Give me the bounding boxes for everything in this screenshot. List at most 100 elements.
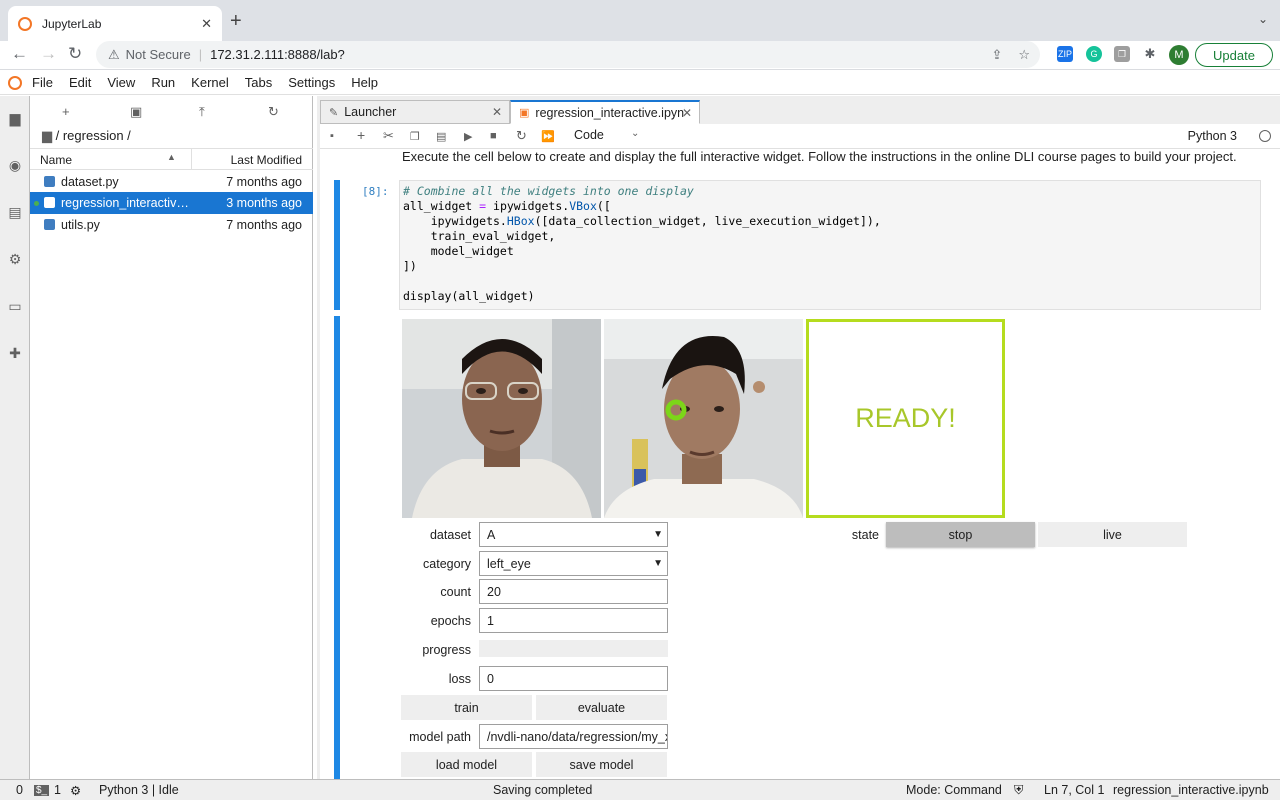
kernel-status[interactable]: Python 3 | Idle [99, 783, 179, 797]
extensions-icon[interactable]: ✚ [7, 345, 23, 361]
copy-extension-icon[interactable]: ❐ [1114, 46, 1130, 62]
output-collapser[interactable] [334, 316, 340, 779]
tab-regression-notebook[interactable]: ▣ regression_interactive.ipynb ✕ [510, 100, 700, 124]
back-icon[interactable]: ← [11, 44, 28, 64]
simple-mode-count[interactable]: 0 [16, 783, 23, 797]
jupyter-menu-bar: File Edit View Run Kernel Tabs Settings … [0, 71, 1280, 95]
epochs-label: epochs [430, 614, 471, 628]
trusted-shield-icon[interactable]: ⛨ [1014, 783, 1023, 798]
run-icon[interactable]: ▶ [464, 130, 472, 143]
count-field[interactable]: 20 [479, 579, 668, 604]
state-stop-toggle[interactable]: stop [886, 522, 1035, 547]
browser-toolbar: ← → ↻ ⚠ Not Secure | 172.31.2.111:8888/l… [0, 41, 1280, 70]
breadcrumb-path[interactable]: / regression / [56, 128, 131, 143]
loss-field[interactable]: 0 [479, 666, 668, 691]
file-row-regression-notebook[interactable]: regression_interactive.ipynb 3 months ag… [30, 192, 313, 214]
file-modified: 3 months ago [226, 196, 302, 210]
reload-icon[interactable]: ↻ [68, 44, 82, 64]
commands-icon[interactable]: ▤ [7, 204, 23, 220]
category-select[interactable]: left_eye ▼ [479, 551, 668, 576]
input-collapser[interactable] [334, 180, 340, 310]
bookmark-star-icon[interactable]: ☆ [1018, 47, 1030, 63]
column-divider[interactable] [191, 149, 192, 170]
close-tab-icon[interactable]: ✕ [682, 106, 692, 120]
dataset-select[interactable]: A ▼ [479, 522, 668, 547]
share-icon[interactable]: ⇪ [991, 47, 1002, 63]
evaluate-button[interactable]: evaluate [536, 695, 667, 720]
menu-help[interactable]: Help [351, 75, 378, 90]
running-sessions-icon[interactable]: ◉ [7, 157, 23, 173]
chevron-down-icon: ▼ [653, 558, 663, 569]
menu-tabs[interactable]: Tabs [245, 75, 272, 90]
notebook-panel: Execute the cell below to create and dis… [320, 149, 1280, 779]
browser-tab[interactable]: JupyterLab ✕ [8, 6, 222, 41]
new-launcher-icon[interactable]: + [62, 104, 70, 119]
load-model-button[interactable]: load model [401, 752, 532, 777]
cut-icon[interactable]: ✂ [383, 128, 394, 144]
breadcrumb-folder-icon[interactable]: ▆ [42, 128, 52, 143]
tab-label: Launcher [344, 105, 397, 119]
close-tab-icon[interactable]: ✕ [492, 105, 502, 119]
file-row-utils[interactable]: utils.py 7 months ago [30, 214, 313, 236]
cursor-position[interactable]: Ln 7, Col 1 [1044, 783, 1104, 797]
new-tab-button[interactable]: + [230, 10, 242, 33]
warning-icon: ⚠ [108, 46, 120, 62]
copy-icon[interactable]: ❐ [410, 130, 420, 143]
file-name: utils.py [61, 218, 100, 232]
menu-edit[interactable]: Edit [69, 75, 91, 90]
new-folder-icon[interactable]: ▣ [130, 104, 142, 120]
column-name-header[interactable]: Name [40, 153, 72, 167]
zip-extension-icon[interactable]: ZIP [1057, 46, 1073, 62]
tab-search-icon[interactable]: ⌄ [1258, 12, 1268, 26]
terminal-icon: $_ [34, 785, 50, 796]
menu-view[interactable]: View [107, 75, 135, 90]
kernel-name[interactable]: Python 3 [1188, 129, 1237, 143]
column-modified-header[interactable]: Last Modified [231, 153, 302, 167]
address-bar[interactable]: ⚠ Not Secure | 172.31.2.111:8888/lab? ⇪ … [96, 41, 1040, 68]
python-file-icon [44, 176, 55, 187]
profile-avatar[interactable]: M [1169, 45, 1189, 65]
menu-settings[interactable]: Settings [288, 75, 335, 90]
tabs-icon[interactable]: ▭ [7, 298, 23, 314]
close-tab-icon[interactable]: ✕ [201, 16, 212, 32]
menu-kernel[interactable]: Kernel [191, 75, 229, 90]
url-text[interactable]: 172.31.2.111:8888/lab? [210, 47, 345, 62]
file-name: dataset.py [61, 175, 119, 189]
refresh-icon[interactable]: ↻ [268, 104, 279, 120]
tab-launcher[interactable]: ✎ Launcher ✕ [320, 100, 510, 124]
extensions-puzzle-icon[interactable]: ✱ [1142, 46, 1158, 62]
stop-kernel-icon[interactable]: ■ [490, 130, 497, 142]
running-indicator-icon [34, 201, 39, 206]
forward-icon[interactable]: → [40, 44, 57, 64]
model-path-field[interactable]: /nvdli-nano/data/regression/my_xy [479, 724, 668, 749]
menu-run[interactable]: Run [151, 75, 175, 90]
url-separator: | [198, 47, 203, 62]
category-value: left_eye [487, 556, 531, 571]
property-inspector-icon[interactable]: ⚙ [7, 251, 23, 267]
cell-type-value: Code [574, 128, 604, 142]
update-button[interactable]: Update [1195, 43, 1273, 67]
menu-file[interactable]: File [32, 75, 53, 90]
train-button[interactable]: train [401, 695, 532, 720]
notebook-tab-bar: ✎ Launcher ✕ ▣ regression_interactive.ip… [317, 100, 1280, 124]
jupyter-favicon-icon [18, 16, 32, 31]
state-live-toggle[interactable]: live [1038, 522, 1187, 547]
cell-type-select[interactable]: Code ⌄ [574, 128, 644, 142]
save-model-button[interactable]: save model [536, 752, 667, 777]
upload-icon[interactable]: ⤒ [199, 104, 205, 120]
save-icon[interactable]: ▪ [330, 130, 334, 142]
restart-kernel-icon[interactable]: ↻ [516, 128, 527, 144]
file-row-dataset[interactable]: dataset.py 7 months ago [30, 171, 313, 193]
epochs-field[interactable]: 1 [479, 608, 668, 633]
kernel-idle-icon [1259, 130, 1271, 142]
folder-icon[interactable]: ▆ [7, 110, 23, 126]
sort-ascending-icon: ▲ [167, 152, 176, 162]
grammarly-extension-icon[interactable]: G [1086, 46, 1102, 62]
browser-tab-title: JupyterLab [42, 16, 102, 31]
main-dock-area: ✎ Launcher ✕ ▣ regression_interactive.ip… [317, 96, 1280, 779]
terminal-count[interactable]: 1 [54, 783, 61, 797]
insert-cell-icon[interactable]: + [357, 127, 365, 143]
paste-icon[interactable]: ▤ [436, 130, 446, 143]
code-editor[interactable]: # Combine all the widgets into one displ… [399, 180, 1261, 310]
run-all-icon[interactable]: ⏩ [541, 130, 555, 143]
